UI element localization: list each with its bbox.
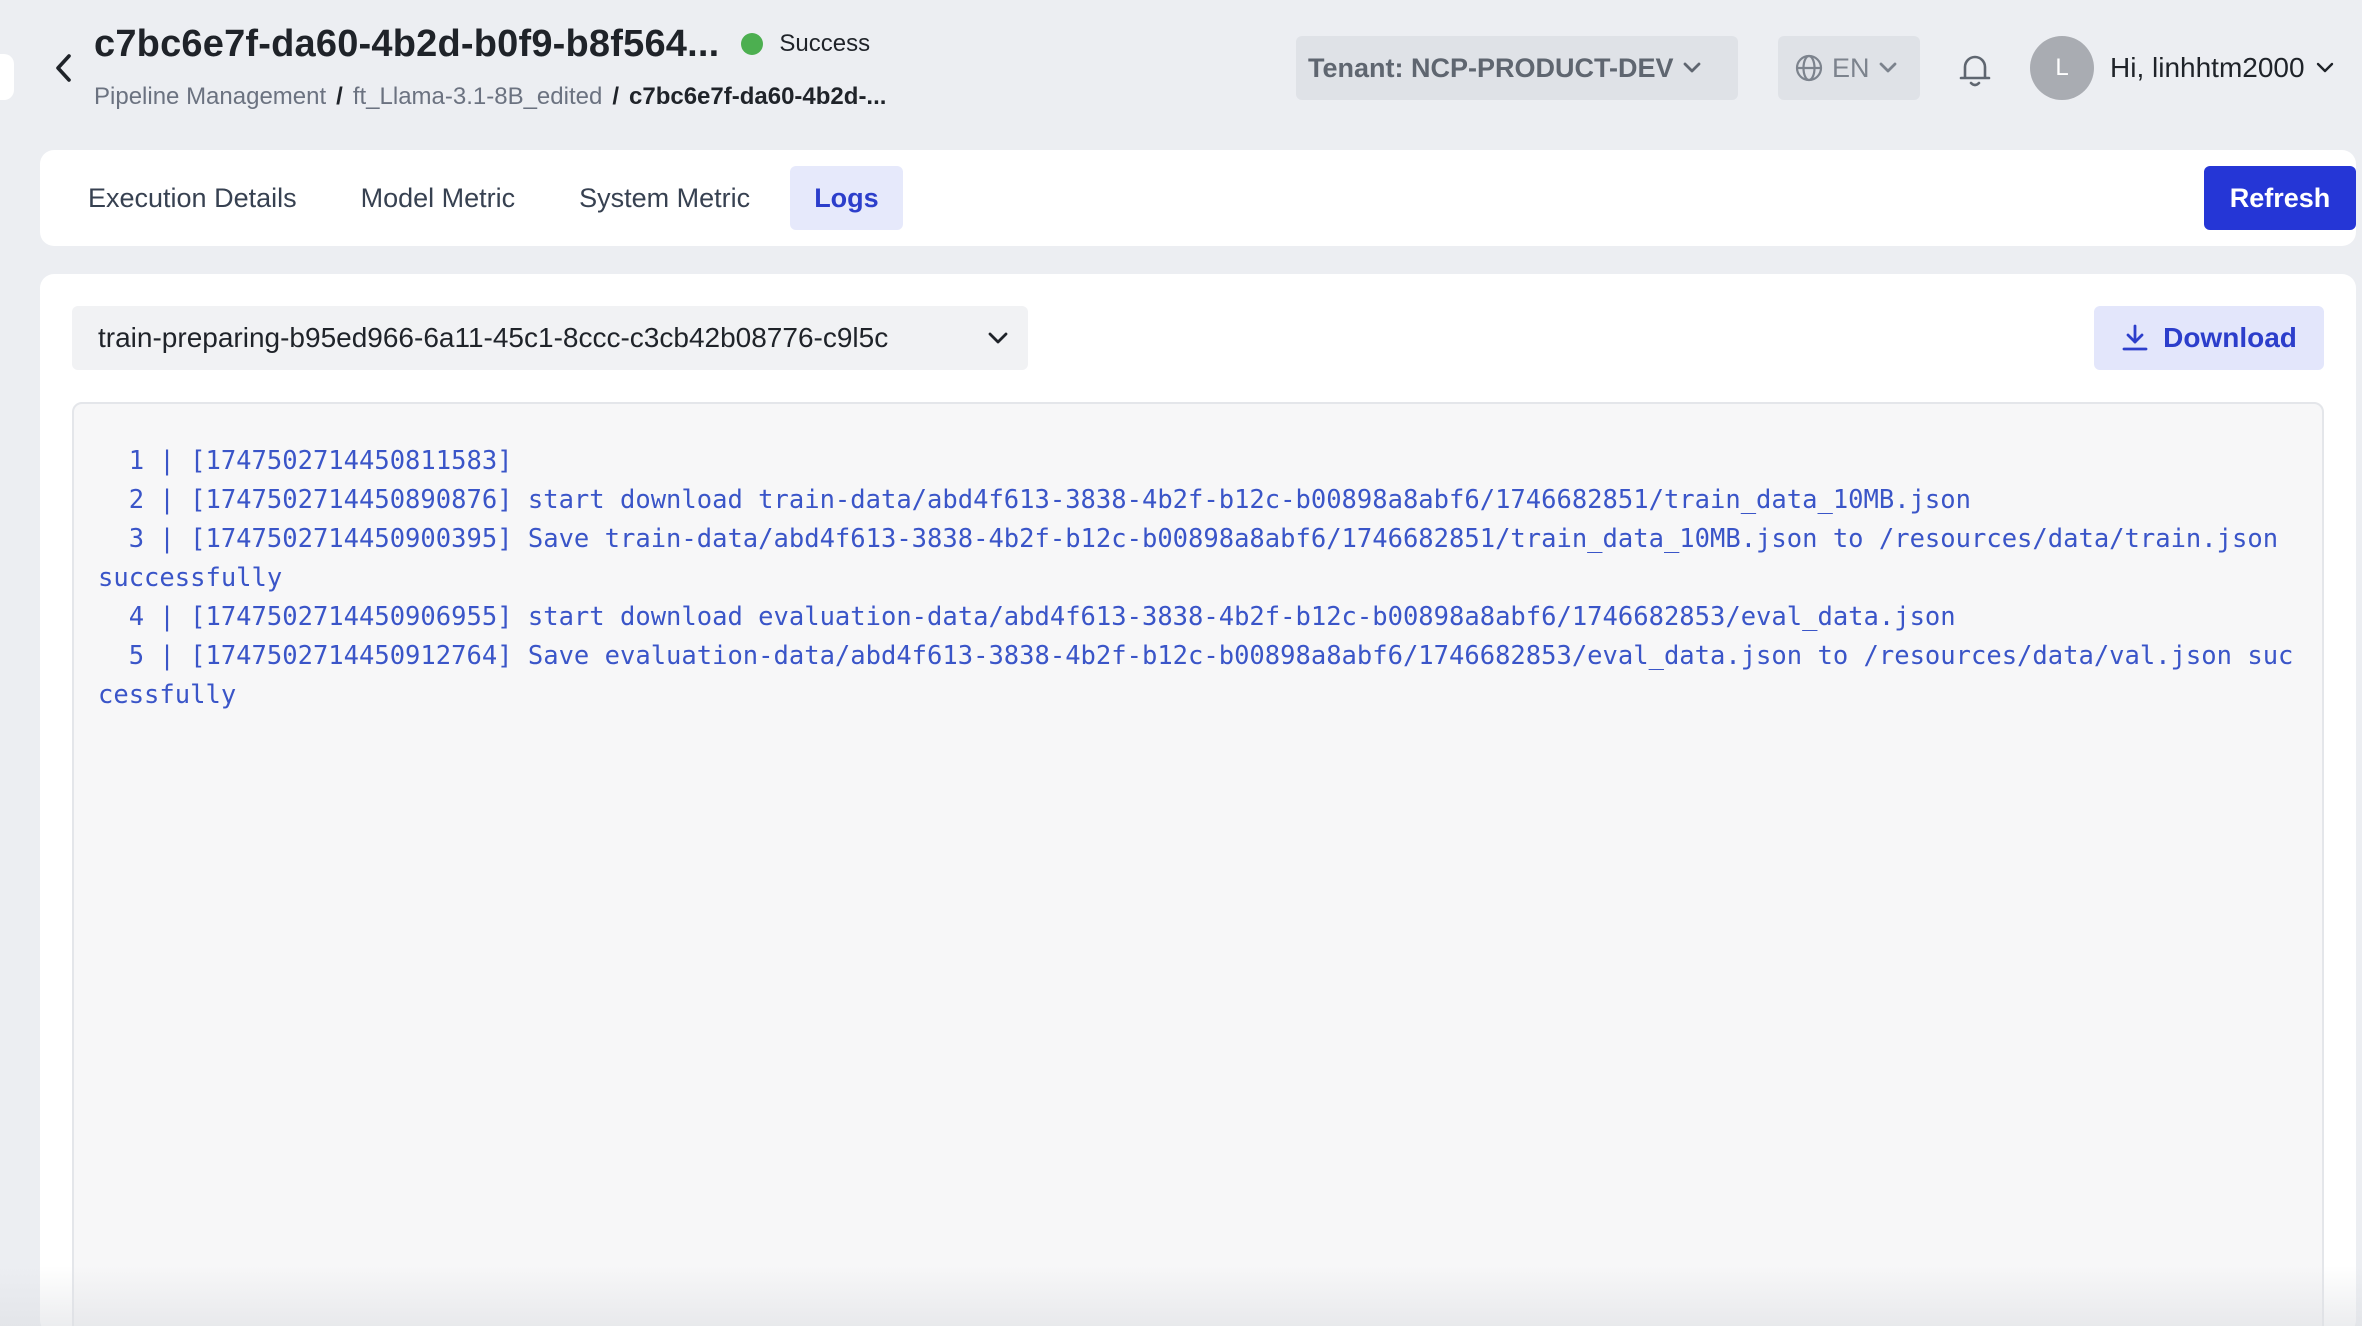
refresh-button[interactable]: Refresh bbox=[2204, 166, 2356, 230]
tabs-bar: Execution Details Model Metric System Me… bbox=[40, 150, 2356, 246]
log-line: 4 | [1747502714450906955] start download… bbox=[98, 602, 1956, 632]
tenant-select[interactable]: Tenant: NCP-PRODUCT-DEV bbox=[1296, 36, 1738, 100]
download-label: Download bbox=[2163, 322, 2297, 353]
tab-execution-details[interactable]: Execution Details bbox=[64, 166, 321, 230]
page-title: c7bc6e7f-da60-4b2d-b0f9-b8f564... bbox=[94, 22, 720, 65]
language-label: EN bbox=[1832, 52, 1870, 83]
breadcrumb-pipeline-management[interactable]: Pipeline Management bbox=[94, 83, 326, 111]
breadcrumb-separator: / bbox=[336, 83, 343, 110]
download-button[interactable]: Download bbox=[2094, 306, 2324, 370]
user-menu[interactable]: Hi, linhhtm2000 bbox=[2110, 36, 2335, 100]
status-badge: Success bbox=[779, 30, 871, 57]
log-line: 3 | [1747502714450900395] Save train-dat… bbox=[98, 524, 2294, 593]
pod-select-value: train-preparing-b95ed966-6a11-45c1-8ccc-… bbox=[98, 322, 889, 353]
tab-system-metric[interactable]: System Metric bbox=[555, 166, 774, 230]
notifications-button[interactable] bbox=[1950, 44, 2000, 94]
tab-model-metric[interactable]: Model Metric bbox=[337, 166, 540, 230]
breadcrumb-current: c7bc6e7f-da60-4b2d-... bbox=[629, 83, 887, 110]
chevron-down-icon bbox=[1879, 62, 1896, 73]
breadcrumb-pipeline[interactable]: ft_Llama-3.1-8B_edited bbox=[353, 83, 603, 111]
logs-panel: train-preparing-b95ed966-6a11-45c1-8ccc-… bbox=[40, 274, 2356, 1326]
language-select[interactable]: EN bbox=[1778, 36, 1920, 100]
user-greeting: Hi, linhhtm2000 bbox=[2110, 52, 2305, 83]
log-line: 5 | [1747502714450912764] Save evaluatio… bbox=[98, 641, 2294, 710]
bell-icon bbox=[1959, 55, 1991, 87]
chevron-left-icon bbox=[56, 54, 71, 82]
status-dot bbox=[741, 33, 764, 55]
chevron-down-icon bbox=[2316, 62, 2333, 73]
tab-logs[interactable]: Logs bbox=[790, 166, 903, 230]
avatar[interactable]: L bbox=[2030, 36, 2094, 100]
title-row: c7bc6e7f-da60-4b2d-b0f9-b8f564... Succes… bbox=[94, 18, 870, 70]
page: c7bc6e7f-da60-4b2d-b0f9-b8f564... Succes… bbox=[0, 0, 2362, 1326]
breadcrumb-separator: / bbox=[612, 83, 619, 110]
log-viewer[interactable]: 1 | [1747502714450811583] 2 | [174750271… bbox=[72, 402, 2324, 1326]
globe-icon bbox=[1795, 54, 1823, 82]
download-icon bbox=[2122, 324, 2148, 351]
chevron-down-icon bbox=[988, 332, 1008, 344]
breadcrumb: Pipeline Management / ft_Llama-3.1-8B_ed… bbox=[94, 80, 886, 114]
log-line: 2 | [1747502714450890876] start download… bbox=[98, 485, 1971, 515]
tenant-label: Tenant: NCP-PRODUCT-DEV bbox=[1308, 52, 1674, 83]
tabs: Execution Details Model Metric System Me… bbox=[64, 166, 903, 230]
sidebar-edge[interactable] bbox=[0, 54, 14, 100]
pod-select[interactable]: train-preparing-b95ed966-6a11-45c1-8ccc-… bbox=[72, 306, 1028, 370]
back-button[interactable] bbox=[44, 48, 84, 88]
log-line: 1 | [1747502714450811583] bbox=[98, 446, 513, 476]
chevron-down-icon bbox=[1683, 62, 1700, 73]
